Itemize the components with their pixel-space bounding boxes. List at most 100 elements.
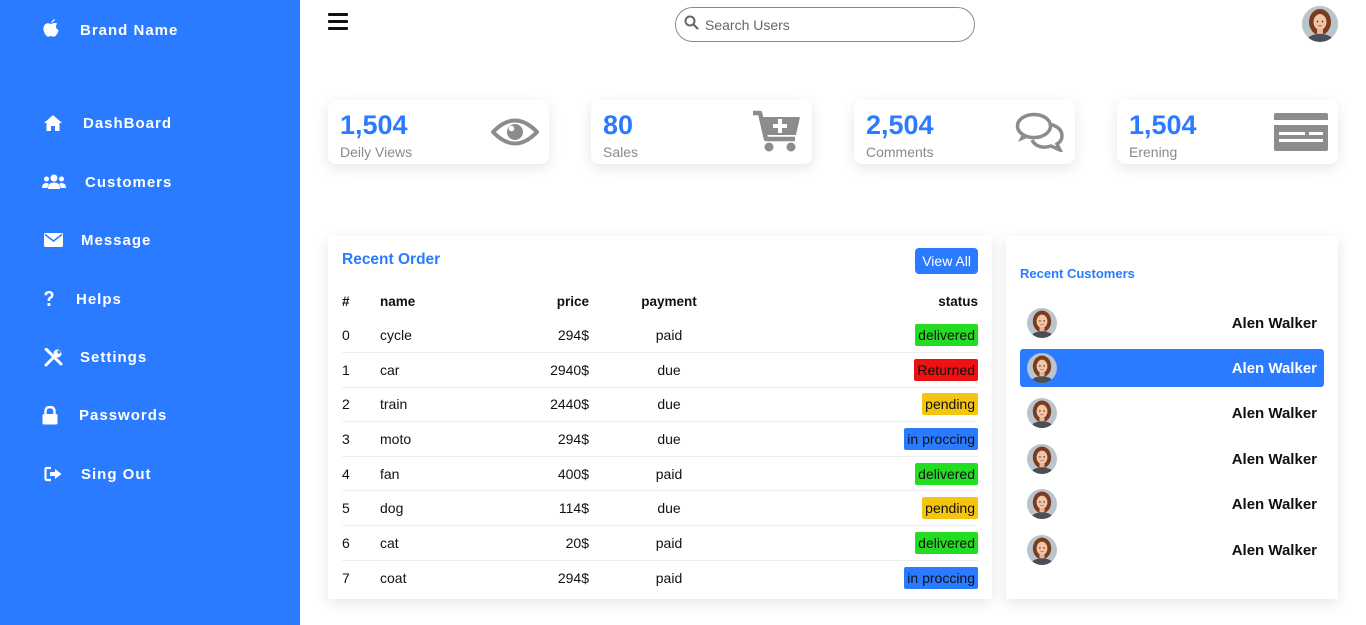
status-badge: in proccing — [904, 566, 978, 589]
eye-icon — [490, 115, 540, 154]
sidebar: Brand Name DashBoard Customers Message H… — [0, 0, 300, 625]
card-daily-views[interactable]: 1,504 Deily Views — [328, 100, 549, 164]
comments-icon — [1015, 112, 1065, 157]
cart-plus-icon — [752, 109, 802, 159]
sidebar-item-dashboard[interactable]: DashBoard — [42, 111, 172, 135]
brand[interactable]: Brand Name — [42, 18, 178, 43]
customer-name: Alen Walker — [1231, 359, 1317, 377]
orders-table: # name price payment status 0 cycle 294$… — [342, 284, 978, 595]
sidebar-item-helps[interactable]: Helps — [42, 287, 122, 311]
table-row[interactable]: 2 train 2440$ due pending — [342, 387, 978, 423]
card-caption: Sales — [603, 144, 639, 160]
recent-customers-panel: Recent Customers Alen Walker Alen Walker… — [1006, 236, 1338, 599]
order-payment: paid — [589, 318, 749, 354]
users-icon — [42, 172, 66, 192]
column-header: # — [342, 293, 350, 309]
avatar — [1027, 353, 1057, 383]
sidebar-item-label: DashBoard — [83, 114, 173, 132]
customer-name: Alen Walker — [1231, 541, 1317, 559]
card-caption: Erening — [1129, 144, 1178, 160]
order-index: 4 — [342, 456, 380, 492]
sidebar-item-label: Customers — [85, 173, 173, 191]
customer-item[interactable]: Alen Walker — [1020, 531, 1324, 569]
customer-item[interactable]: Alen Walker — [1020, 485, 1324, 523]
order-name: moto — [380, 421, 510, 457]
card-sales[interactable]: 80 Sales — [591, 100, 812, 164]
table-row[interactable]: 5 dog 114$ due pending — [342, 490, 978, 527]
question-icon — [42, 289, 56, 309]
recent-orders-title: Recent Order — [342, 251, 441, 268]
credit-card-icon — [1274, 113, 1328, 156]
status-badge: pending — [922, 497, 978, 520]
menu-toggle-icon[interactable] — [328, 13, 348, 31]
table-row[interactable]: 1 car 2940$ due Returned — [342, 352, 978, 388]
order-price: 400$ — [510, 456, 589, 492]
order-payment: due — [589, 387, 749, 423]
status-badge: in proccing — [904, 428, 978, 451]
order-index: 3 — [342, 421, 380, 457]
sidebar-item-passwords[interactable]: Passwords — [42, 403, 167, 427]
sidebar-item-customers[interactable]: Customers — [42, 170, 172, 194]
table-row[interactable]: 4 fan 400$ paid delivered — [342, 456, 978, 492]
card-comments[interactable]: 2,504 Comments — [854, 100, 1075, 164]
customer-name: Alen Walker — [1231, 495, 1317, 513]
order-name: cat — [380, 525, 510, 561]
lock-icon — [42, 405, 58, 425]
user-avatar[interactable] — [1302, 6, 1338, 42]
customer-name: Alen Walker — [1231, 314, 1317, 332]
sidebar-item-label: Message — [81, 231, 152, 249]
envelope-icon — [42, 230, 64, 250]
customer-item[interactable]: Alen Walker — [1020, 349, 1324, 387]
column-header: name — [380, 293, 416, 309]
order-price: 294$ — [557, 569, 589, 586]
order-index: 2 — [342, 387, 380, 423]
order-index: 0 — [342, 318, 380, 354]
search-input[interactable] — [705, 16, 955, 33]
column-header: payment — [641, 293, 697, 309]
sidebar-item-label: Sing Out — [81, 465, 152, 483]
column-header: status — [938, 293, 978, 309]
order-price: 2440$ — [510, 387, 589, 423]
order-index: 5 — [342, 490, 380, 527]
order-price: 2940$ — [510, 352, 589, 388]
order-name: fan — [380, 456, 510, 492]
sidebar-item-settings[interactable]: Settings — [42, 345, 147, 369]
customer-item[interactable]: Alen Walker — [1020, 440, 1324, 478]
card-caption: Comments — [866, 144, 934, 160]
apple-icon — [42, 18, 60, 43]
table-row[interactable]: 3 moto 294$ due in proccing — [342, 421, 978, 457]
order-price: 20$ — [510, 525, 589, 561]
card-earning[interactable]: 1,504 Erening — [1117, 100, 1338, 164]
table-row[interactable]: 0 cycle 294$ paid delivered — [342, 318, 978, 354]
search-bar[interactable] — [675, 7, 975, 42]
recent-orders-panel: Recent Order View All # name price payme… — [328, 236, 992, 599]
customer-item[interactable]: Alen Walker — [1020, 394, 1324, 432]
order-payment: paid — [589, 456, 749, 492]
order-name: car — [380, 352, 510, 388]
column-header: price — [556, 293, 589, 309]
order-price: 294$ — [510, 318, 589, 354]
order-payment: due — [589, 490, 749, 527]
view-all-button[interactable]: View All — [915, 248, 978, 274]
card-number: 2,504 — [866, 110, 934, 140]
customer-item[interactable]: Alen Walker — [1020, 304, 1324, 342]
sidebar-item-label: Passwords — [79, 406, 168, 424]
recent-customers-title: Recent Customers — [1020, 266, 1135, 281]
status-badge: delivered — [915, 324, 978, 347]
customer-name: Alen Walker — [1231, 404, 1317, 422]
sidebar-item-label: Settings — [80, 348, 148, 366]
order-payment: due — [589, 421, 749, 457]
sidebar-item-sign-out[interactable]: Sing Out — [42, 462, 152, 486]
order-payment: paid — [589, 525, 749, 561]
customer-name: Alen Walker — [1231, 450, 1317, 468]
card-number: 80 — [603, 110, 634, 140]
table-row[interactable]: 7 coat 294$ paid in proccing — [342, 560, 978, 595]
table-row[interactable]: 6 cat 20$ paid delivered — [342, 525, 978, 561]
order-name: train — [380, 387, 510, 423]
order-name: coat — [380, 569, 407, 586]
sidebar-item-message[interactable]: Message — [42, 228, 151, 252]
card-number: 1,504 — [340, 110, 408, 140]
status-badge: delivered — [915, 462, 978, 485]
sign-out-icon — [42, 464, 64, 484]
search-icon — [684, 15, 699, 35]
